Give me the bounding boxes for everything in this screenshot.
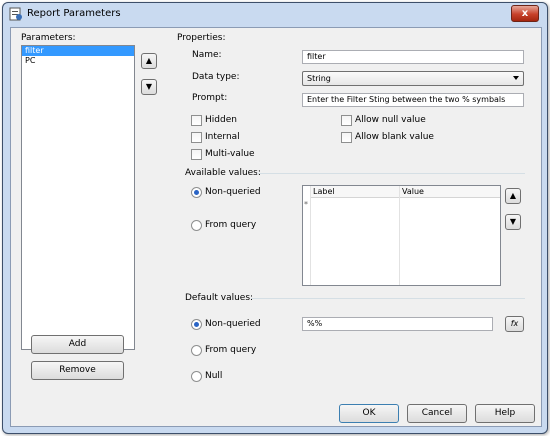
available-up-button[interactable]: ▲: [505, 188, 521, 204]
grid-column-line: [399, 186, 400, 285]
available-from-query-label: From query: [205, 220, 257, 230]
cancel-button[interactable]: Cancel: [407, 404, 467, 423]
datatype-select[interactable]: String: [302, 71, 524, 86]
allow-null-checkbox[interactable]: [341, 115, 352, 126]
allow-blank-label: Allow blank value: [355, 132, 434, 142]
datatype-label: Data type:: [192, 72, 240, 82]
default-from-query-label: From query: [205, 345, 257, 355]
allow-null-label: Allow null value: [355, 115, 426, 125]
available-from-query-radio[interactable]: [191, 220, 202, 231]
available-down-button[interactable]: ▼: [505, 214, 521, 230]
internal-checkbox[interactable]: [191, 132, 202, 143]
dialog-client-area: Parameters: filter PC ▲ ▼ Add Remove Pro…: [10, 27, 542, 427]
available-non-queried-radio[interactable]: [191, 187, 202, 198]
properties-heading: Properties:: [177, 33, 226, 43]
default-non-queried-radio[interactable]: [191, 319, 202, 330]
remove-button[interactable]: Remove: [31, 361, 124, 380]
hidden-checkbox[interactable]: [191, 115, 202, 126]
default-values-heading: Default values:: [185, 293, 254, 303]
fx-icon: fx: [510, 319, 519, 328]
arrow-up-icon: ▲: [145, 56, 153, 65]
name-label: Name:: [192, 50, 222, 60]
column-header-value[interactable]: Value: [399, 186, 500, 198]
list-item-filter[interactable]: filter: [22, 46, 134, 56]
list-item-pc[interactable]: PC: [22, 56, 134, 66]
internal-label: Internal: [205, 132, 240, 142]
available-values-divider: [257, 173, 525, 174]
arrow-down-icon: ▼: [145, 82, 153, 91]
parameters-list[interactable]: filter PC: [21, 45, 135, 350]
add-button[interactable]: Add: [31, 335, 124, 354]
default-non-queried-label: Non-queried: [205, 319, 261, 329]
new-row-marker: *: [304, 200, 308, 209]
hidden-label: Hidden: [205, 115, 237, 125]
default-null-label: Null: [205, 371, 223, 381]
multi-value-checkbox[interactable]: [191, 149, 202, 160]
allow-blank-checkbox[interactable]: [341, 132, 352, 143]
close-icon: x: [521, 8, 529, 19]
default-from-query-radio[interactable]: [191, 345, 202, 356]
report-parameters-dialog: Report Parameters x Parameters: filter P…: [2, 2, 548, 434]
ok-button[interactable]: OK: [339, 404, 399, 423]
available-non-queried-label: Non-queried: [205, 187, 261, 197]
parameters-label: Parameters:: [21, 33, 76, 43]
datatype-value: String: [307, 74, 331, 83]
arrow-up-icon: ▲: [509, 191, 517, 200]
multi-value-label: Multi-value: [205, 149, 255, 159]
available-values-grid[interactable]: Label Value *: [302, 185, 501, 286]
expression-button[interactable]: fx: [505, 316, 524, 332]
default-values-divider: [251, 298, 525, 299]
report-parameters-icon: [9, 7, 22, 21]
move-up-button[interactable]: ▲: [141, 53, 157, 69]
close-button[interactable]: x: [511, 5, 539, 22]
available-values-heading: Available values:: [185, 168, 261, 178]
column-header-label[interactable]: Label: [310, 186, 399, 198]
window-title: Report Parameters: [27, 8, 121, 19]
arrow-down-icon: ▼: [509, 217, 517, 226]
title-bar[interactable]: Report Parameters x: [3, 3, 547, 25]
chevron-down-icon: [513, 76, 519, 80]
default-value-field[interactable]: %%: [302, 317, 493, 331]
prompt-field[interactable]: Enter the Filter Sting between the two %…: [302, 93, 524, 107]
grid-row-header-line: [310, 186, 311, 285]
move-down-button[interactable]: ▼: [141, 79, 157, 95]
default-null-radio[interactable]: [191, 371, 202, 382]
prompt-label: Prompt:: [192, 93, 228, 103]
help-button[interactable]: Help: [475, 404, 535, 423]
name-field[interactable]: filter: [302, 50, 524, 64]
